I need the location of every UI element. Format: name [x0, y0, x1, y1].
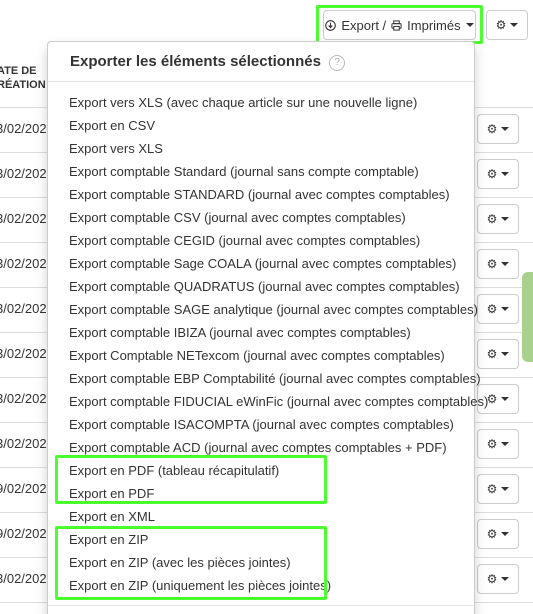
row-date: 3/02/2021	[0, 166, 54, 181]
row-gear-button[interactable]: ⚙	[477, 294, 519, 324]
help-icon[interactable]: ?	[329, 55, 346, 71]
menu-item-xls[interactable]: Export vers XLS	[48, 137, 474, 160]
caret-down-icon	[501, 487, 510, 491]
caret-down-icon	[501, 217, 510, 221]
row-date: 3/02/2021	[0, 346, 54, 361]
row-gear-button[interactable]: ⚙	[477, 204, 519, 234]
caret-down-icon	[501, 262, 510, 266]
caret-down-icon	[501, 307, 510, 311]
menu-item-ibiza[interactable]: Export comptable IBIZA (journal avec com…	[48, 321, 474, 344]
row-date: 3/02/2021	[0, 301, 54, 316]
settings-gear-button[interactable]: ⚙	[486, 10, 528, 40]
row-date: 3/02/2021	[0, 391, 54, 406]
caret-down-icon	[501, 532, 510, 536]
menu-item-sage-analytique[interactable]: Export comptable SAGE analytique (journa…	[48, 298, 478, 321]
gear-icon: ⚙	[486, 482, 498, 496]
row-date: 9/02/2021	[0, 526, 54, 541]
dropdown-header: Exporter les éléments sélectionnés ?	[48, 42, 474, 82]
row-date: 3/02/2021	[0, 256, 54, 271]
gear-icon: ⚙	[486, 527, 498, 541]
row-gear-button[interactable]: ⚙	[477, 429, 519, 459]
gear-icon: ⚙	[486, 302, 498, 316]
row-date: 3/02/2021	[0, 121, 54, 136]
column-header-line2: RÉATION	[0, 79, 46, 91]
gear-icon: ⚙	[486, 347, 498, 361]
caret-down-icon	[501, 577, 510, 581]
menu-item-netexcom[interactable]: Export Comptable NETexcom (journal avec …	[48, 344, 474, 367]
caret-down-icon	[501, 352, 510, 356]
menu-item-xls-per-line[interactable]: Export vers XLS (avec chaque article sur…	[48, 91, 474, 114]
menu-item-cegid[interactable]: Export comptable CEGID (journal avec com…	[48, 229, 474, 252]
column-header-creation-date[interactable]: ATE DE RÉATION	[0, 64, 46, 92]
column-header-line1: ATE DE	[0, 65, 37, 77]
menu-item-quadratus[interactable]: Export comptable QUADRATUS (journal avec…	[48, 275, 474, 298]
row-gear-button[interactable]: ⚙	[477, 474, 519, 504]
caret-down-icon	[501, 442, 510, 446]
export-button-highlight	[316, 5, 483, 44]
row-gear-button[interactable]: ⚙	[477, 519, 519, 549]
row-gear-button[interactable]: ⚙	[477, 564, 519, 594]
dropdown-divider	[48, 605, 474, 606]
caret-down-icon	[501, 397, 510, 401]
row-gear-button[interactable]: ⚙	[477, 114, 519, 144]
row-date: 3/02/2021	[0, 571, 54, 586]
row-date: 3/02/2021	[0, 211, 54, 226]
menu-item-fiducial[interactable]: Export comptable FIDUCIAL eWinFic (journ…	[48, 390, 488, 413]
caret-down-icon	[501, 127, 510, 131]
menu-item-sage-coala[interactable]: Export comptable Sage COALA (journal ave…	[48, 252, 474, 275]
gear-icon: ⚙	[486, 257, 498, 271]
pdf-options-highlight	[55, 455, 327, 504]
row-gear-button[interactable]: ⚙	[477, 249, 519, 279]
export-options-list: Export vers XLS (avec chaque article sur…	[48, 82, 488, 597]
zip-options-highlight	[55, 526, 327, 600]
menu-item-standard-no-account[interactable]: Export comptable Standard (journal sans …	[48, 160, 474, 183]
gear-icon: ⚙	[495, 18, 507, 32]
gear-icon: ⚙	[486, 212, 498, 226]
menu-item-accounting-csv[interactable]: Export comptable CSV (journal avec compt…	[48, 206, 474, 229]
row-date: 3/02/2021	[0, 436, 54, 451]
caret-down-icon	[501, 172, 510, 176]
menu-item-ebp[interactable]: Export comptable EBP Comptabilité (journ…	[48, 367, 481, 390]
menu-item-isacompta[interactable]: Export comptable ISACOMPTA (journal avec…	[48, 413, 474, 436]
menu-item-xml[interactable]: Export en XML	[48, 505, 474, 528]
row-gear-button[interactable]: ⚙	[477, 339, 519, 369]
caret-down-icon	[510, 23, 519, 27]
menu-item-csv[interactable]: Export en CSV	[48, 114, 474, 137]
gear-icon: ⚙	[486, 122, 498, 136]
menu-item-standard[interactable]: Export comptable STANDARD (journal avec …	[48, 183, 474, 206]
side-feedback-tab[interactable]	[522, 272, 533, 362]
row-gear-button[interactable]: ⚙	[477, 159, 519, 189]
gear-icon: ⚙	[486, 572, 498, 586]
gear-icon: ⚙	[486, 437, 498, 451]
gear-icon: ⚙	[486, 167, 498, 181]
dropdown-title: Exporter les éléments sélectionnés	[70, 53, 321, 70]
row-date: 9/02/2021	[0, 481, 54, 496]
